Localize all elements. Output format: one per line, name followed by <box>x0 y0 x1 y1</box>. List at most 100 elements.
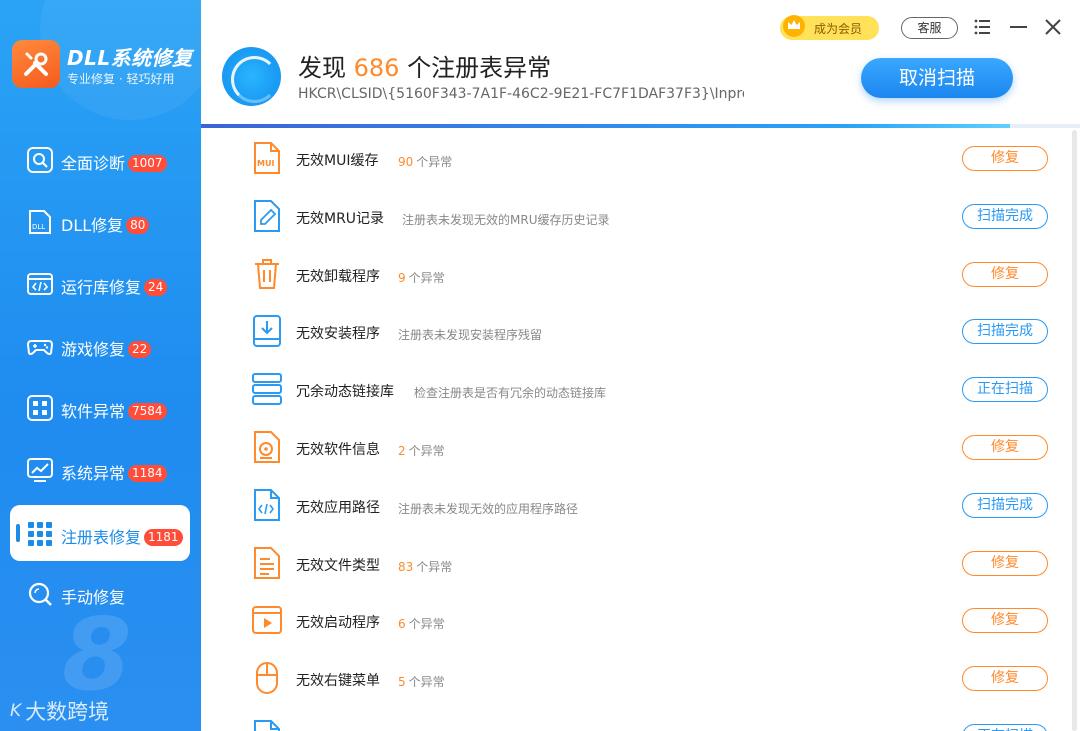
count-badge: 7584 <box>128 403 167 420</box>
trash-icon <box>255 258 279 289</box>
description-text: 个异常 <box>416 559 453 574</box>
dll-file-icon: DLL <box>29 210 51 234</box>
description-text: 检查注册表是否有冗余的动态链接库 <box>414 386 607 401</box>
fix-button[interactable]: 修复 <box>962 261 1048 287</box>
disc-file-icon <box>254 431 280 463</box>
gamepad-icon <box>27 340 53 355</box>
watermark: K 大数跨境 <box>10 696 109 726</box>
fix-button[interactable]: 修复 <box>962 146 1048 171</box>
sidebar-item-label: 游戏修复 22 <box>61 336 152 360</box>
app-title: DLL系统修复 <box>67 46 193 70</box>
list-item: 无效右键菜单 5 个异常 修复 <box>201 649 1071 707</box>
scan-status-button[interactable]: 正在扫描 <box>962 724 1048 731</box>
count-badge: 1007 <box>128 155 167 172</box>
manual-search-icon <box>28 582 52 606</box>
sidebar-item-4[interactable]: 游戏修复 22 <box>10 317 190 373</box>
page-title: 发现 686 个注册表异常 <box>298 48 551 83</box>
sidebar-item-text: 注册表修复 <box>61 528 142 547</box>
minimize-icon[interactable] <box>1008 16 1030 38</box>
sidebar-item-1[interactable]: 全面诊断 1007 <box>10 131 190 187</box>
list-item: 无效文件类型 83 个异常 修复 <box>201 534 1071 592</box>
item-description: 5 个异常 <box>398 673 445 690</box>
fix-button[interactable]: 修复 <box>962 435 1048 460</box>
active-indicator <box>16 524 20 542</box>
scan-status-button[interactable]: 正在扫描 <box>962 377 1048 403</box>
sidebar-item-text: 游戏修复 <box>61 340 126 359</box>
customer-service-button[interactable]: 客服 <box>901 17 958 39</box>
sidebar-item-label: 系统异常 1184 <box>61 460 167 484</box>
wrench-screwdriver-icon <box>24 52 48 76</box>
menu-icon[interactable] <box>972 16 994 38</box>
description-text: 个异常 <box>416 155 453 169</box>
anomaly-count: 686 <box>353 54 400 82</box>
vip-button[interactable]: 成为会员 <box>780 15 879 40</box>
crown-icon <box>783 15 805 37</box>
fix-button[interactable]: 修复 <box>962 608 1048 634</box>
anomaly-count: 2 <box>398 444 406 458</box>
item-name: 无效文件类型 <box>296 557 380 574</box>
list-item: 无效软件信息 2 个异常 修复 <box>201 418 1071 476</box>
count-badge: 1184 <box>128 465 167 482</box>
item-name: 无效软件信息 <box>296 442 380 458</box>
scan-path: HKCR\CLSID\{5160F343-7A1F-46C2-9E21-FC7F… <box>298 86 744 102</box>
header: 成为会员 客服 发现 686 个注册表异常 HKCR\CLSID\{5160F3… <box>201 0 1080 124</box>
scan-status-button[interactable]: 扫描完成 <box>962 203 1048 229</box>
scan-status-button[interactable]: 扫描完成 <box>962 319 1048 345</box>
scan-status-button[interactable]: 扫描完成 <box>962 492 1048 518</box>
list-item: 无效卸载程序 9 个异常 修复 <box>201 245 1071 303</box>
app-logo <box>12 40 60 88</box>
description-text: 个异常 <box>408 444 445 458</box>
anomaly-count: 90 <box>398 155 414 169</box>
sidebar-item-text: DLL修复 <box>61 216 124 235</box>
mui-file-icon: MUI <box>254 142 280 174</box>
item-name: 无效右键菜单 <box>296 673 380 690</box>
anomaly-count: 6 <box>398 617 406 632</box>
scanning-spinner-icon <box>222 47 281 106</box>
sidebar-item-text: 系统异常 <box>61 464 126 483</box>
server-stack-icon <box>252 373 282 406</box>
item-description: 注册表未发现安装程序残留 <box>398 326 542 343</box>
item-name: 无效安装程序 <box>296 326 380 343</box>
item-description: 检查注册表是否有冗余的动态链接库 <box>414 384 606 401</box>
item-description: 83 个异常 <box>398 558 452 575</box>
sidebar-item-6[interactable]: 系统异常 1184 <box>10 441 190 497</box>
sidebar-item-text: 运行库修复 <box>61 278 142 297</box>
item-description: 注册表未发现无效的MRU缓存历史记录 <box>402 211 609 228</box>
edit-document-icon <box>254 199 280 232</box>
count-badge: 22 <box>128 341 152 358</box>
anomaly-count: 5 <box>398 675 406 690</box>
list-item: 无效应用路径 注册表未发现无效的应用程序路径 扫描完成 <box>201 476 1071 534</box>
sidebar-item-text: 软件异常 <box>61 402 126 421</box>
vip-label: 成为会员 <box>814 22 863 36</box>
list-item: 无效文件关联正在扫描 <box>201 707 1071 731</box>
sidebar-item-3[interactable]: 运行库修复 24 <box>10 255 190 311</box>
description-text: 个异常 <box>408 675 445 690</box>
sidebar-item-5[interactable]: 软件异常 7584 <box>10 379 190 435</box>
play-window-icon <box>252 606 282 635</box>
sidebar-item-label: 软件异常 7584 <box>61 398 167 422</box>
cancel-scan-button[interactable]: 取消扫描 <box>861 58 1013 98</box>
monitor-chart-icon <box>27 458 53 482</box>
description-text: 个异常 <box>408 270 445 285</box>
svg-text:MUI: MUI <box>257 159 274 168</box>
item-name: 无效应用路径 <box>296 499 380 516</box>
item-description: 9 个异常 <box>398 269 445 286</box>
code-file-icon <box>254 488 280 521</box>
close-icon[interactable] <box>1042 16 1064 38</box>
fix-button[interactable]: 修复 <box>962 666 1048 692</box>
item-name: 无效启动程序 <box>296 615 380 632</box>
sidebar-item-2[interactable]: DLL DLL修复 80 <box>10 193 190 249</box>
sidebar-item-7[interactable]: 注册表修复 1181 <box>10 505 190 561</box>
anomaly-count: 9 <box>398 270 406 285</box>
registry-grid-icon <box>28 522 52 546</box>
watermark-logo: K <box>10 701 21 721</box>
scrollbar[interactable] <box>1072 130 1077 731</box>
fix-button[interactable]: 修复 <box>962 550 1048 576</box>
install-download-icon <box>253 315 281 348</box>
count-badge: 80 <box>126 217 150 234</box>
registry-item-list: MUI 无效MUI缓存 90 个异常 修复 无效MRU记录 注册表未发现无效的MRU缓存历史… <box>201 128 1080 731</box>
anomaly-count: 83 <box>398 559 414 574</box>
item-description: 2 个异常 <box>398 442 445 459</box>
description-text: 注册表未发现无效的MRU缓存历史记录 <box>402 212 610 227</box>
sidebar-item-label: 注册表修复 1181 <box>61 524 183 548</box>
